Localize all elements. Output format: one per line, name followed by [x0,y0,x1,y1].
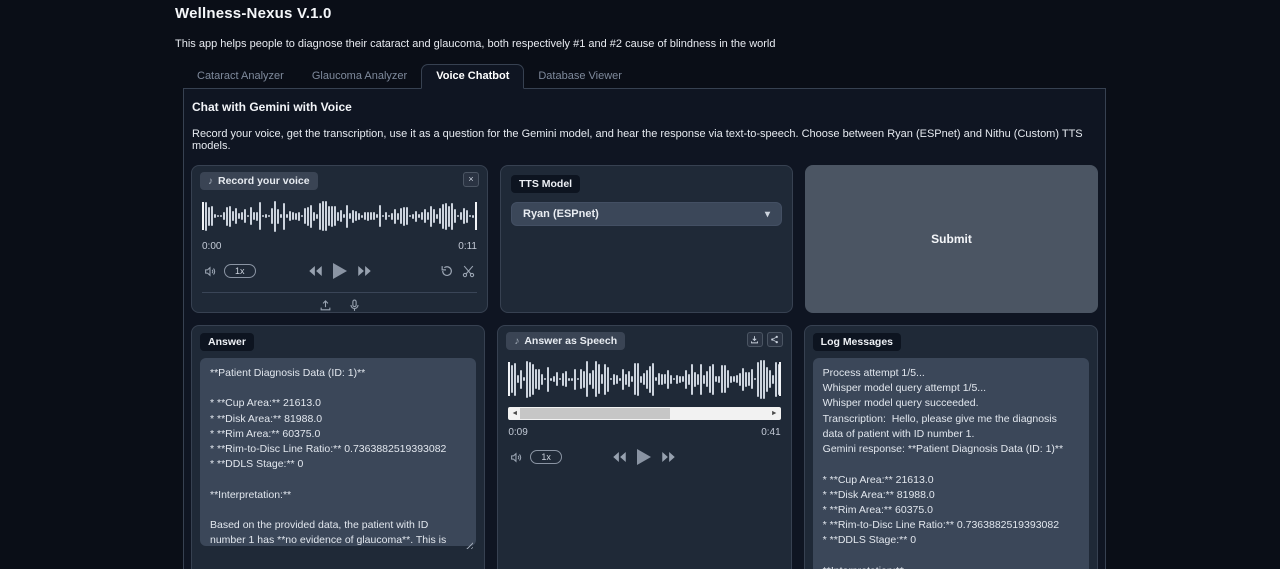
answer-block: Answer **Patient Diagnosis Data (ID: 1)*… [191,325,485,569]
speech-label-badge: ♪ Answer as Speech [506,332,625,350]
scrollbar-thumb[interactable] [520,408,670,419]
submit-button[interactable]: Submit [805,165,1098,313]
rewind-icon[interactable] [612,451,627,463]
section-heading: Chat with Gemini with Voice [192,100,1098,114]
scroll-left-icon[interactable]: ◄ [511,407,518,420]
answer-textbox[interactable]: **Patient Diagnosis Data (ID: 1)** * **C… [200,358,476,546]
output-row: Answer **Patient Diagnosis Data (ID: 1)*… [191,325,1098,569]
tab-voice-chatbot[interactable]: Voice Chatbot [421,64,524,89]
tts-model-dropdown[interactable]: Ryan (ESPnet) ▾ [511,202,782,226]
recorder-sources [200,299,479,312]
page-title: Wellness-Nexus V.1.0 [175,5,1106,22]
section-description: Record your voice, get the transcription… [192,128,1098,152]
undo-icon[interactable] [440,265,453,278]
recorder-speed-button[interactable]: 1x [224,264,256,278]
play-icon[interactable] [332,262,348,280]
app-container: Wellness-Nexus V.1.0 This app helps peop… [175,0,1106,569]
recorder-times: 0:00 0:11 [200,241,479,252]
audio-recorder: ♪ Record your voice × 0:00 0:11 1x [191,165,488,313]
tts-model-block: TTS Model Ryan (ESPnet) ▾ [500,165,793,313]
log-messages-textbox[interactable]: Process attempt 1/5... Whisper model que… [813,358,1089,569]
log-messages-label: Log Messages [813,333,901,351]
speech-label: Answer as Speech [524,335,617,347]
music-note-icon: ♪ [208,176,213,187]
speech-time-total: 0:41 [761,427,780,438]
play-icon[interactable] [636,448,652,466]
voice-chatbot-panel: Chat with Gemini with Voice Record your … [183,89,1106,569]
recorder-label-badge: ♪ Record your voice [200,172,318,190]
input-row: ♪ Record your voice × 0:00 0:11 1x [191,165,1098,313]
tts-model-selected: Ryan (ESPnet) [523,208,599,220]
volume-icon[interactable] [510,451,523,464]
tab-bar: Cataract Analyzer Glaucoma Analyzer Voic… [183,64,1106,89]
tab-database-viewer[interactable]: Database Viewer [524,65,636,88]
log-messages-block: Log Messages Process attempt 1/5... Whis… [804,325,1098,569]
recorder-divider [202,292,477,293]
answer-label: Answer [200,333,254,351]
upload-icon[interactable] [319,299,332,312]
trim-scissors-icon[interactable] [462,265,475,278]
rewind-icon[interactable] [308,265,323,277]
speech-controls: 1x [506,447,782,467]
speech-waveform[interactable] [508,358,780,400]
fast-forward-icon[interactable] [661,451,676,463]
tts-model-label: TTS Model [511,175,580,193]
speech-speed-button[interactable]: 1x [530,450,562,464]
fast-forward-icon[interactable] [357,265,372,277]
recorder-time-current: 0:00 [202,241,221,252]
answer-speech-player: ♪ Answer as Speech ◄ [497,325,791,569]
speech-times: 0:09 0:41 [506,427,782,438]
download-icon[interactable] [747,332,763,347]
recorder-label: Record your voice [218,175,310,187]
app-subtitle: This app helps people to diagnose their … [175,38,1106,50]
tab-cataract-analyzer[interactable]: Cataract Analyzer [183,65,298,88]
microphone-icon[interactable] [348,299,361,312]
speech-scrollbar[interactable]: ◄ ► [508,407,780,420]
music-note-icon: ♪ [514,336,519,347]
share-icon[interactable] [767,332,783,347]
tab-glaucoma-analyzer[interactable]: Glaucoma Analyzer [298,65,421,88]
chevron-down-icon: ▾ [765,209,770,220]
close-icon[interactable]: × [463,172,479,187]
recorder-controls: 1x [200,261,479,281]
recorder-waveform[interactable] [202,198,477,234]
volume-icon[interactable] [204,265,217,278]
recorder-time-total: 0:11 [458,241,477,252]
scroll-right-icon[interactable]: ► [771,407,778,420]
speech-time-current: 0:09 [508,427,527,438]
